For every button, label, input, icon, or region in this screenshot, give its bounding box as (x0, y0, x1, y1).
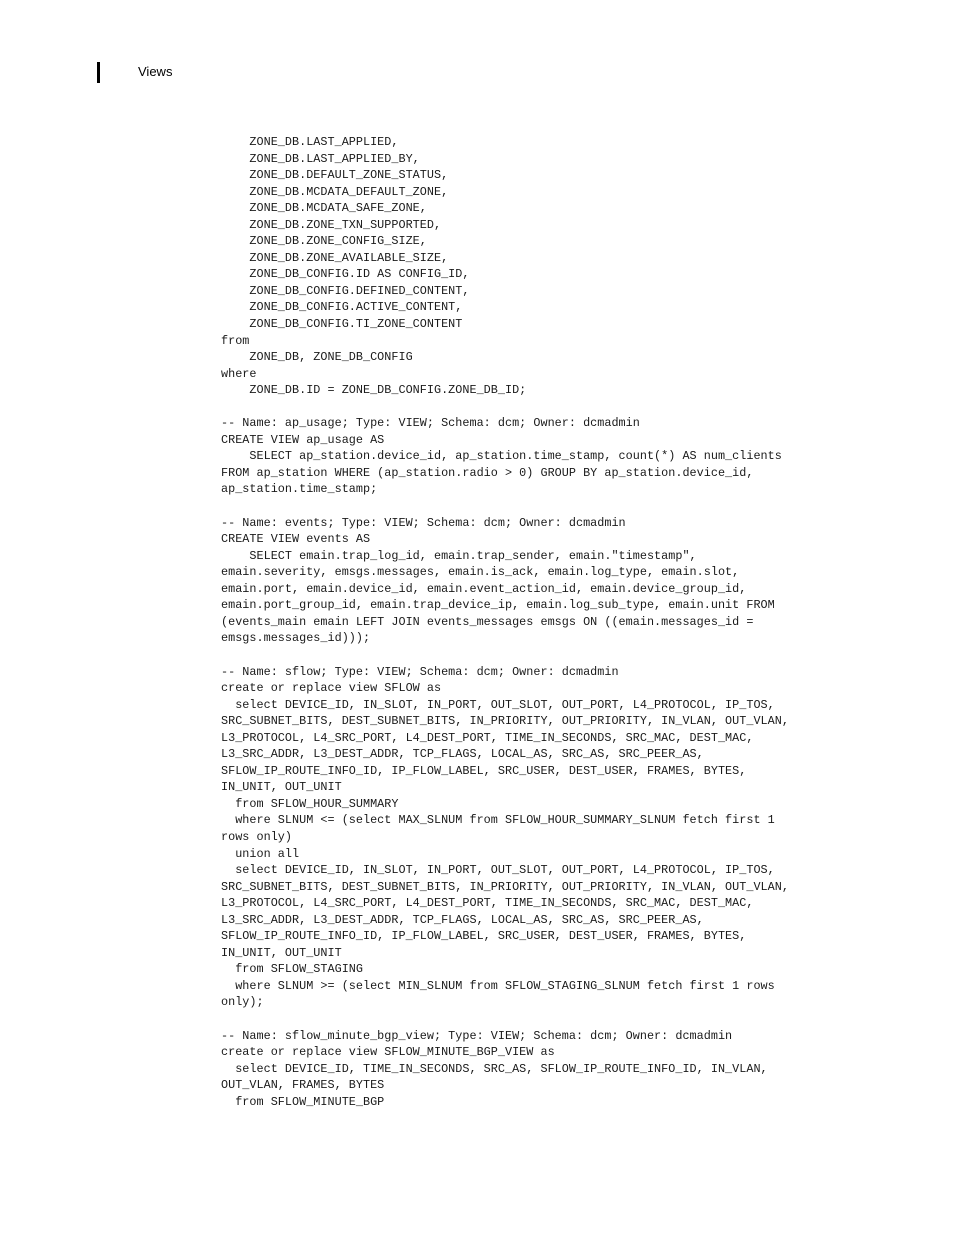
code-line: SRC_SUBNET_BITS, DEST_SUBNET_BITS, IN_PR… (221, 714, 789, 729)
code-line: IN_UNIT, OUT_UNIT (221, 945, 342, 960)
code-line: select DEVICE_ID, IN_SLOT, IN_PORT, OUT_… (221, 863, 775, 878)
code-line: emsgs.messages_id))); (221, 631, 371, 646)
code-line: SFLOW_IP_ROUTE_INFO_ID, IP_FLOW_LABEL, S… (221, 929, 747, 944)
code-line: CREATE VIEW ap_usage AS (221, 432, 385, 447)
code-line: -- Name: ap_usage; Type: VIEW; Schema: d… (221, 416, 640, 431)
code-line: from SFLOW_HOUR_SUMMARY (221, 796, 399, 811)
code-line: ZONE_DB.MCDATA_SAFE_ZONE, (221, 201, 427, 216)
code-line: ZONE_DB.ID = ZONE_DB_CONFIG.ZONE_DB_ID; (221, 383, 527, 398)
header-rule-marker (97, 62, 100, 83)
code-line: emain.port, emain.device_id, emain.event… (221, 581, 747, 596)
code-line: from SFLOW_MINUTE_BGP (221, 1094, 385, 1109)
code-line: -- Name: events; Type: VIEW; Schema: dcm… (221, 515, 626, 530)
code-line: from SFLOW_STAGING (221, 962, 363, 977)
code-line: SRC_SUBNET_BITS, DEST_SUBNET_BITS, IN_PR… (221, 879, 789, 894)
code-line: from (221, 333, 250, 348)
code-line: (events_main emain LEFT JOIN events_mess… (221, 614, 754, 629)
code-line: SELECT ap_station.device_id, ap_station.… (221, 449, 782, 464)
code-line: ZONE_DB.MCDATA_DEFAULT_ZONE, (221, 184, 449, 199)
page-title: Views (138, 64, 173, 79)
code-line: ZONE_DB.ZONE_AVAILABLE_SIZE, (221, 250, 449, 265)
code-line: -- Name: sflow; Type: VIEW; Schema: dcm;… (221, 664, 619, 679)
code-line: select DEVICE_ID, TIME_IN_SECONDS, SRC_A… (221, 1061, 768, 1076)
code-line: emain.severity, emsgs.messages, emain.is… (221, 565, 740, 580)
code-line: rows only) (221, 829, 292, 844)
code-line: L3_PROTOCOL, L4_SRC_PORT, L4_DEST_PORT, … (221, 896, 754, 911)
code-line: OUT_VLAN, FRAMES, BYTES (221, 1078, 385, 1093)
code-line: only); (221, 995, 264, 1010)
code-line: L3_SRC_ADDR, L3_DEST_ADDR, TCP_FLAGS, LO… (221, 912, 704, 927)
code-line: ZONE_DB, ZONE_DB_CONFIG (221, 350, 413, 365)
code-line: CREATE VIEW events AS (221, 532, 371, 547)
code-line: ZONE_DB.ZONE_CONFIG_SIZE, (221, 234, 427, 249)
code-line: select DEVICE_ID, IN_SLOT, IN_PORT, OUT_… (221, 697, 775, 712)
code-line: SELECT emain.trap_log_id, emain.trap_sen… (221, 548, 697, 563)
code-line: ZONE_DB_CONFIG.ACTIVE_CONTENT, (221, 300, 463, 315)
code-line: ZONE_DB_CONFIG.DEFINED_CONTENT, (221, 283, 470, 298)
code-line: emain.port_group_id, emain.trap_device_i… (221, 598, 775, 613)
code-line: ZONE_DB.LAST_APPLIED_BY, (221, 151, 420, 166)
code-line: where SLNUM >= (select MIN_SLNUM from SF… (221, 978, 775, 993)
code-line: ap_station.time_stamp; (221, 482, 378, 497)
code-line: ZONE_DB_CONFIG.ID AS CONFIG_ID, (221, 267, 470, 282)
code-line: union all (221, 846, 300, 861)
code-line: -- Name: sflow_minute_bgp_view; Type: VI… (221, 1028, 733, 1043)
code-line: create or replace view SFLOW as (221, 681, 442, 696)
code-line: ZONE_DB.LAST_APPLIED, (221, 135, 399, 149)
sql-code-block: ZONE_DB.LAST_APPLIED, ZONE_DB.LAST_APPLI… (221, 134, 921, 1110)
code-line: ZONE_DB.DEFAULT_ZONE_STATUS, (221, 168, 449, 183)
code-line: SFLOW_IP_ROUTE_INFO_ID, IP_FLOW_LABEL, S… (221, 763, 747, 778)
code-line: L3_PROTOCOL, L4_SRC_PORT, L4_DEST_PORT, … (221, 730, 754, 745)
code-line: FROM ap_station WHERE (ap_station.radio … (221, 465, 754, 480)
code-line: ZONE_DB.ZONE_TXN_SUPPORTED, (221, 217, 442, 232)
code-line: L3_SRC_ADDR, L3_DEST_ADDR, TCP_FLAGS, LO… (221, 747, 704, 762)
code-line: create or replace view SFLOW_MINUTE_BGP_… (221, 1045, 555, 1060)
code-line: ZONE_DB_CONFIG.TI_ZONE_CONTENT (221, 317, 463, 332)
code-line: IN_UNIT, OUT_UNIT (221, 780, 342, 795)
sql-code-listing: ZONE_DB.LAST_APPLIED, ZONE_DB.LAST_APPLI… (221, 134, 921, 1110)
page-header: Views (0, 0, 954, 110)
code-line: where (221, 366, 257, 381)
code-line: where SLNUM <= (select MAX_SLNUM from SF… (221, 813, 775, 828)
